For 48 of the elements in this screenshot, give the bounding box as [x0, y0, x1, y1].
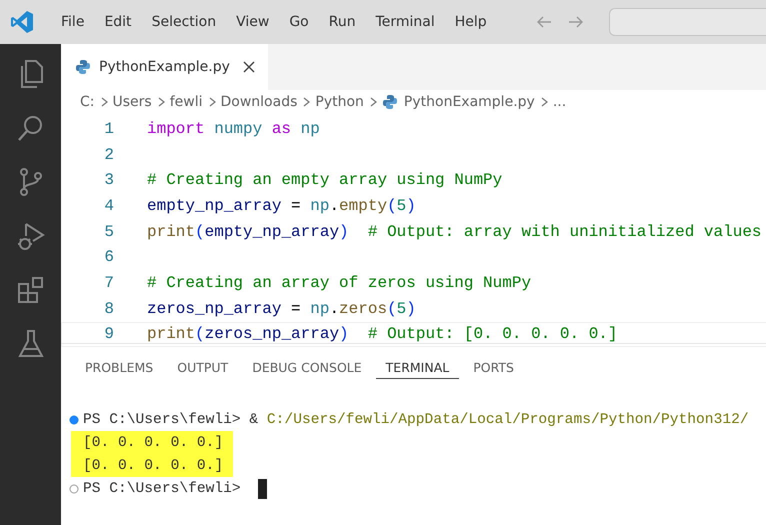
terminal-line: PS C:\Users\fewli> — [83, 480, 242, 496]
menu-item[interactable]: View — [226, 14, 280, 30]
breadcrumb-more[interactable]: ... — [552, 94, 566, 110]
menu-item[interactable]: Edit — [94, 14, 142, 30]
terminal-output: [0. 0. 0. 0. 0.] — [71, 454, 234, 477]
menu-item[interactable]: Selection — [142, 14, 226, 30]
menu-item[interactable]: Help — [444, 14, 497, 30]
panel-tab[interactable]: OUTPUT — [167, 356, 238, 378]
app-logo-icon — [10, 10, 34, 34]
python-file-icon — [382, 94, 398, 110]
breadcrumb-item[interactable]: Downloads — [220, 94, 298, 110]
code-line: zeros_np_array = np.zeros(5) — [147, 300, 416, 318]
line-number: 4 — [103, 196, 115, 215]
panel-tab[interactable]: PROBLEMS — [75, 356, 164, 378]
search-field[interactable] — [608, 8, 766, 36]
menu-item[interactable]: Terminal — [366, 14, 445, 30]
panel-tab[interactable]: PORTS — [463, 356, 524, 378]
code-line: print(empty_np_array) # Output: array with uninitialized values — [147, 222, 762, 241]
terminal-line: PS C:\Users\fewli> & C:/Users/fewli/AppData/Local/Programs/Python/Python312/ — [83, 412, 749, 428]
breadcrumb-item[interactable]: Python — [315, 94, 364, 110]
code-line: print(zeros_np_array) # Output: [0. 0. 0. 0. 0.] — [147, 325, 618, 344]
code-line: empty_np_array = np.empty(5) — [147, 196, 416, 215]
panel-tab[interactable]: DEBUG CONSOLE — [242, 356, 372, 378]
breadcrumb-item[interactable]: Users — [112, 94, 152, 110]
close-icon[interactable] — [242, 60, 256, 74]
python-file-icon — [75, 59, 91, 75]
code-line: # Creating an array of zeros using NumPy — [147, 274, 532, 292]
line-number: 1 — [103, 120, 115, 138]
terminal-output: [0. 0. 0. 0. 0.] — [71, 431, 234, 454]
code-line: # Creating an empty array using NumPy — [147, 171, 502, 190]
breadcrumb-item[interactable]: fewli — [170, 94, 202, 110]
line-number: 3 — [103, 171, 115, 190]
line-number: 2 — [103, 146, 115, 164]
line-number: 5 — [103, 222, 115, 241]
line-number: 8 — [103, 300, 115, 318]
code-line: import numpy as np — [147, 120, 320, 138]
line-number: 6 — [103, 248, 115, 266]
breadcrumb-item[interactable]: C: — [80, 94, 94, 110]
tab-label: PythonExample.py — [99, 59, 230, 75]
menu-item[interactable]: Run — [318, 14, 366, 30]
editor-tab[interactable]: PythonExample.py — [61, 44, 268, 90]
panel-tab[interactable]: TERMINAL — [376, 356, 460, 378]
line-number: 7 — [103, 274, 115, 292]
menu-item[interactable]: File — [51, 14, 94, 30]
menu-item[interactable]: Go — [279, 14, 319, 30]
chevron-icon — [301, 96, 312, 108]
line-number: 9 — [103, 325, 115, 344]
breadcrumb-item[interactable]: PythonExample.py — [404, 94, 535, 110]
